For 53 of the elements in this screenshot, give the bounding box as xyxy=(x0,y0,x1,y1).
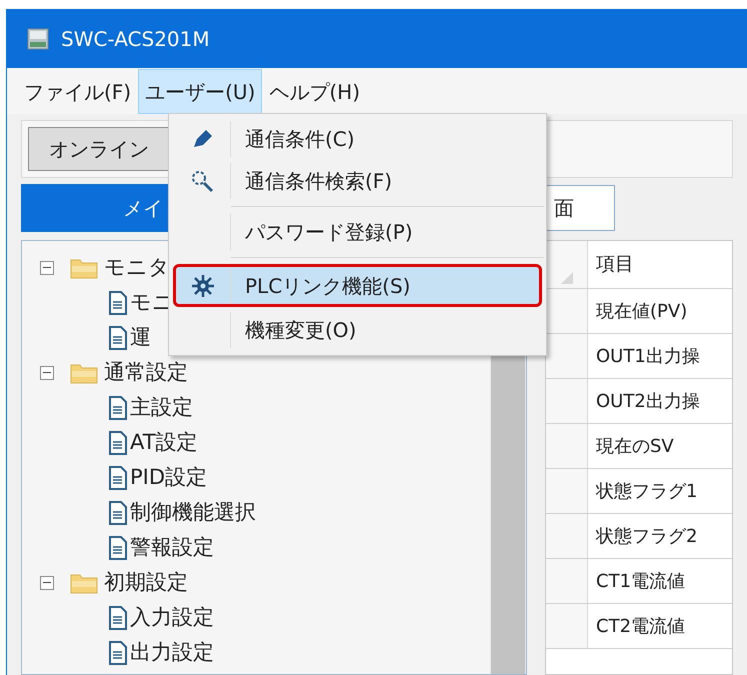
table-cell-text: 状態フラグ1 xyxy=(594,480,698,504)
window-title: SWC-ACS201M xyxy=(61,26,210,52)
tree-item[interactable]: 初期設定 xyxy=(104,572,188,593)
row-header[interactable] xyxy=(546,289,588,333)
folder-icon xyxy=(70,362,98,384)
document-icon xyxy=(108,536,128,560)
document-icon xyxy=(108,290,128,314)
menu-item[interactable]: ユーザー(U) xyxy=(138,69,262,114)
menu-option[interactable]: PLCリンク機能(S) xyxy=(173,264,542,307)
document-icon xyxy=(108,396,128,420)
document-icon xyxy=(108,466,128,490)
document-icon xyxy=(108,606,128,630)
row-header[interactable] xyxy=(546,514,588,558)
menu-item[interactable]: ファイル(F) xyxy=(17,69,138,114)
search-icon xyxy=(190,169,216,193)
table-cell-text: CT1電流値 xyxy=(595,570,686,594)
settings-icon xyxy=(191,274,215,298)
sort-corner-icon xyxy=(560,272,572,284)
folder-icon xyxy=(70,256,98,278)
collapse-toggle[interactable] xyxy=(40,576,54,590)
row-header[interactable] xyxy=(546,469,588,513)
document-icon xyxy=(108,500,128,524)
tree-item[interactable]: 出力設定 xyxy=(130,642,214,663)
tree-item[interactable]: 制御機能選択 xyxy=(130,502,256,523)
collapse-toggle[interactable] xyxy=(40,260,54,274)
table-cell-text: 現在のSV xyxy=(595,434,675,458)
app-icon xyxy=(27,28,49,50)
table-cell-text: 状態フラグ2 xyxy=(594,524,698,548)
tree-item[interactable]: 運 xyxy=(130,327,151,348)
row-header[interactable] xyxy=(546,379,588,423)
tree-item[interactable]: 主設定 xyxy=(130,397,193,418)
tree-item[interactable]: PID設定 xyxy=(130,467,208,488)
tree-item[interactable]: 通常設定 xyxy=(104,362,188,383)
collapse-toggle[interactable] xyxy=(40,366,54,380)
document-icon xyxy=(108,326,128,350)
row-header[interactable] xyxy=(546,334,588,378)
column-header[interactable]: 項目 xyxy=(588,241,732,288)
document-icon xyxy=(108,640,128,664)
table-cell-text: OUT2出力操 xyxy=(595,390,701,414)
tree-item[interactable]: AT設定 xyxy=(130,432,198,453)
menu-option[interactable]: 機種変更(O) xyxy=(173,309,542,351)
row-header[interactable] xyxy=(546,604,588,648)
tree-item[interactable]: 入力設定 xyxy=(130,607,214,628)
table-cell-text: CT2電流値 xyxy=(595,614,686,638)
table-cell-text: 現在値(PV) xyxy=(595,300,688,324)
folder-icon xyxy=(70,572,98,594)
tree-item[interactable]: 警報設定 xyxy=(130,537,214,558)
document-icon xyxy=(108,430,128,454)
row-header[interactable] xyxy=(546,424,588,468)
table-cell-text: OUT1出力操 xyxy=(595,344,701,368)
menu-item[interactable]: ヘルプ(H) xyxy=(262,69,368,114)
row-header[interactable] xyxy=(546,559,588,603)
tree-item[interactable]: モニタ xyxy=(104,257,170,278)
